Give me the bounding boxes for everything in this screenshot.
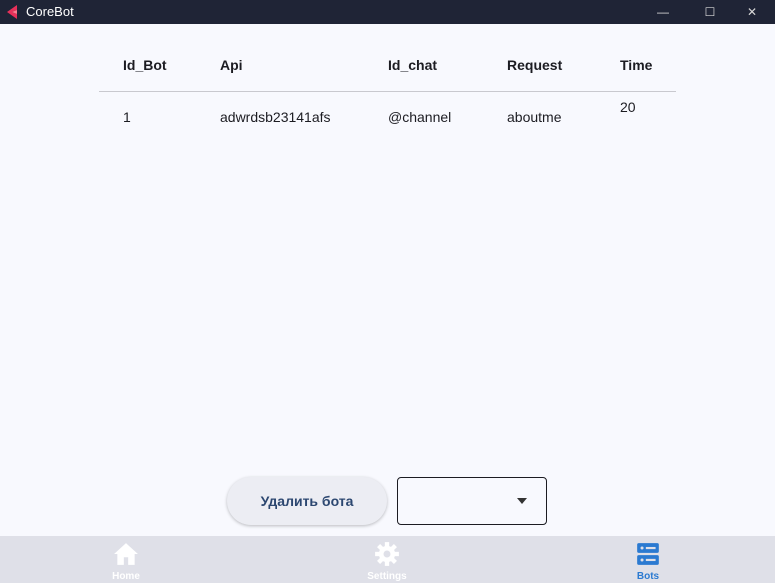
title-bar: CoreBot — ☐ ✕ [0,0,775,24]
nav-label-bots: Bots [636,571,660,582]
cell-id-bot: 1 [123,109,131,125]
gear-icon [375,542,399,566]
nav-item-settings[interactable]: Settings [342,536,432,583]
cell-request: aboutme [507,109,562,125]
table-row[interactable]: 1 adwrdsb23141afs @channel aboutme 20 [99,92,676,142]
maximize-button[interactable]: ☐ [687,0,733,24]
nav-label-home: Home [112,571,140,582]
server-icon [637,543,659,565]
bot-select-dropdown[interactable] [397,477,547,525]
cell-id-chat: @channel [388,109,452,125]
cell-time: 20 [620,99,636,115]
close-button[interactable]: ✕ [729,0,775,24]
bots-table: Id_Bot Api Id_chat Request Time 1 adwrds… [99,42,676,142]
nav-item-bots[interactable]: Bots [603,536,693,583]
bottom-navigation: Home Settings Bots [0,536,775,583]
dropdown-arrow-icon [517,498,527,504]
column-header-api[interactable]: Api [220,57,243,73]
column-header-request[interactable]: Request [507,57,562,73]
minimize-button[interactable]: — [640,0,686,24]
corebot-logo-icon [7,5,17,19]
cell-api: adwrdsb23141afs [220,109,331,125]
column-header-time[interactable]: Time [620,57,652,73]
nav-item-home[interactable]: Home [81,536,171,583]
window-title: CoreBot [26,4,74,19]
nav-label-settings: Settings [367,571,407,582]
delete-bot-button[interactable]: Удалить бота [227,477,387,525]
column-header-id-chat[interactable]: Id_chat [388,57,437,73]
table-header: Id_Bot Api Id_chat Request Time [99,42,676,92]
column-header-id-bot[interactable]: Id_Bot [123,57,167,73]
home-icon [114,543,138,565]
